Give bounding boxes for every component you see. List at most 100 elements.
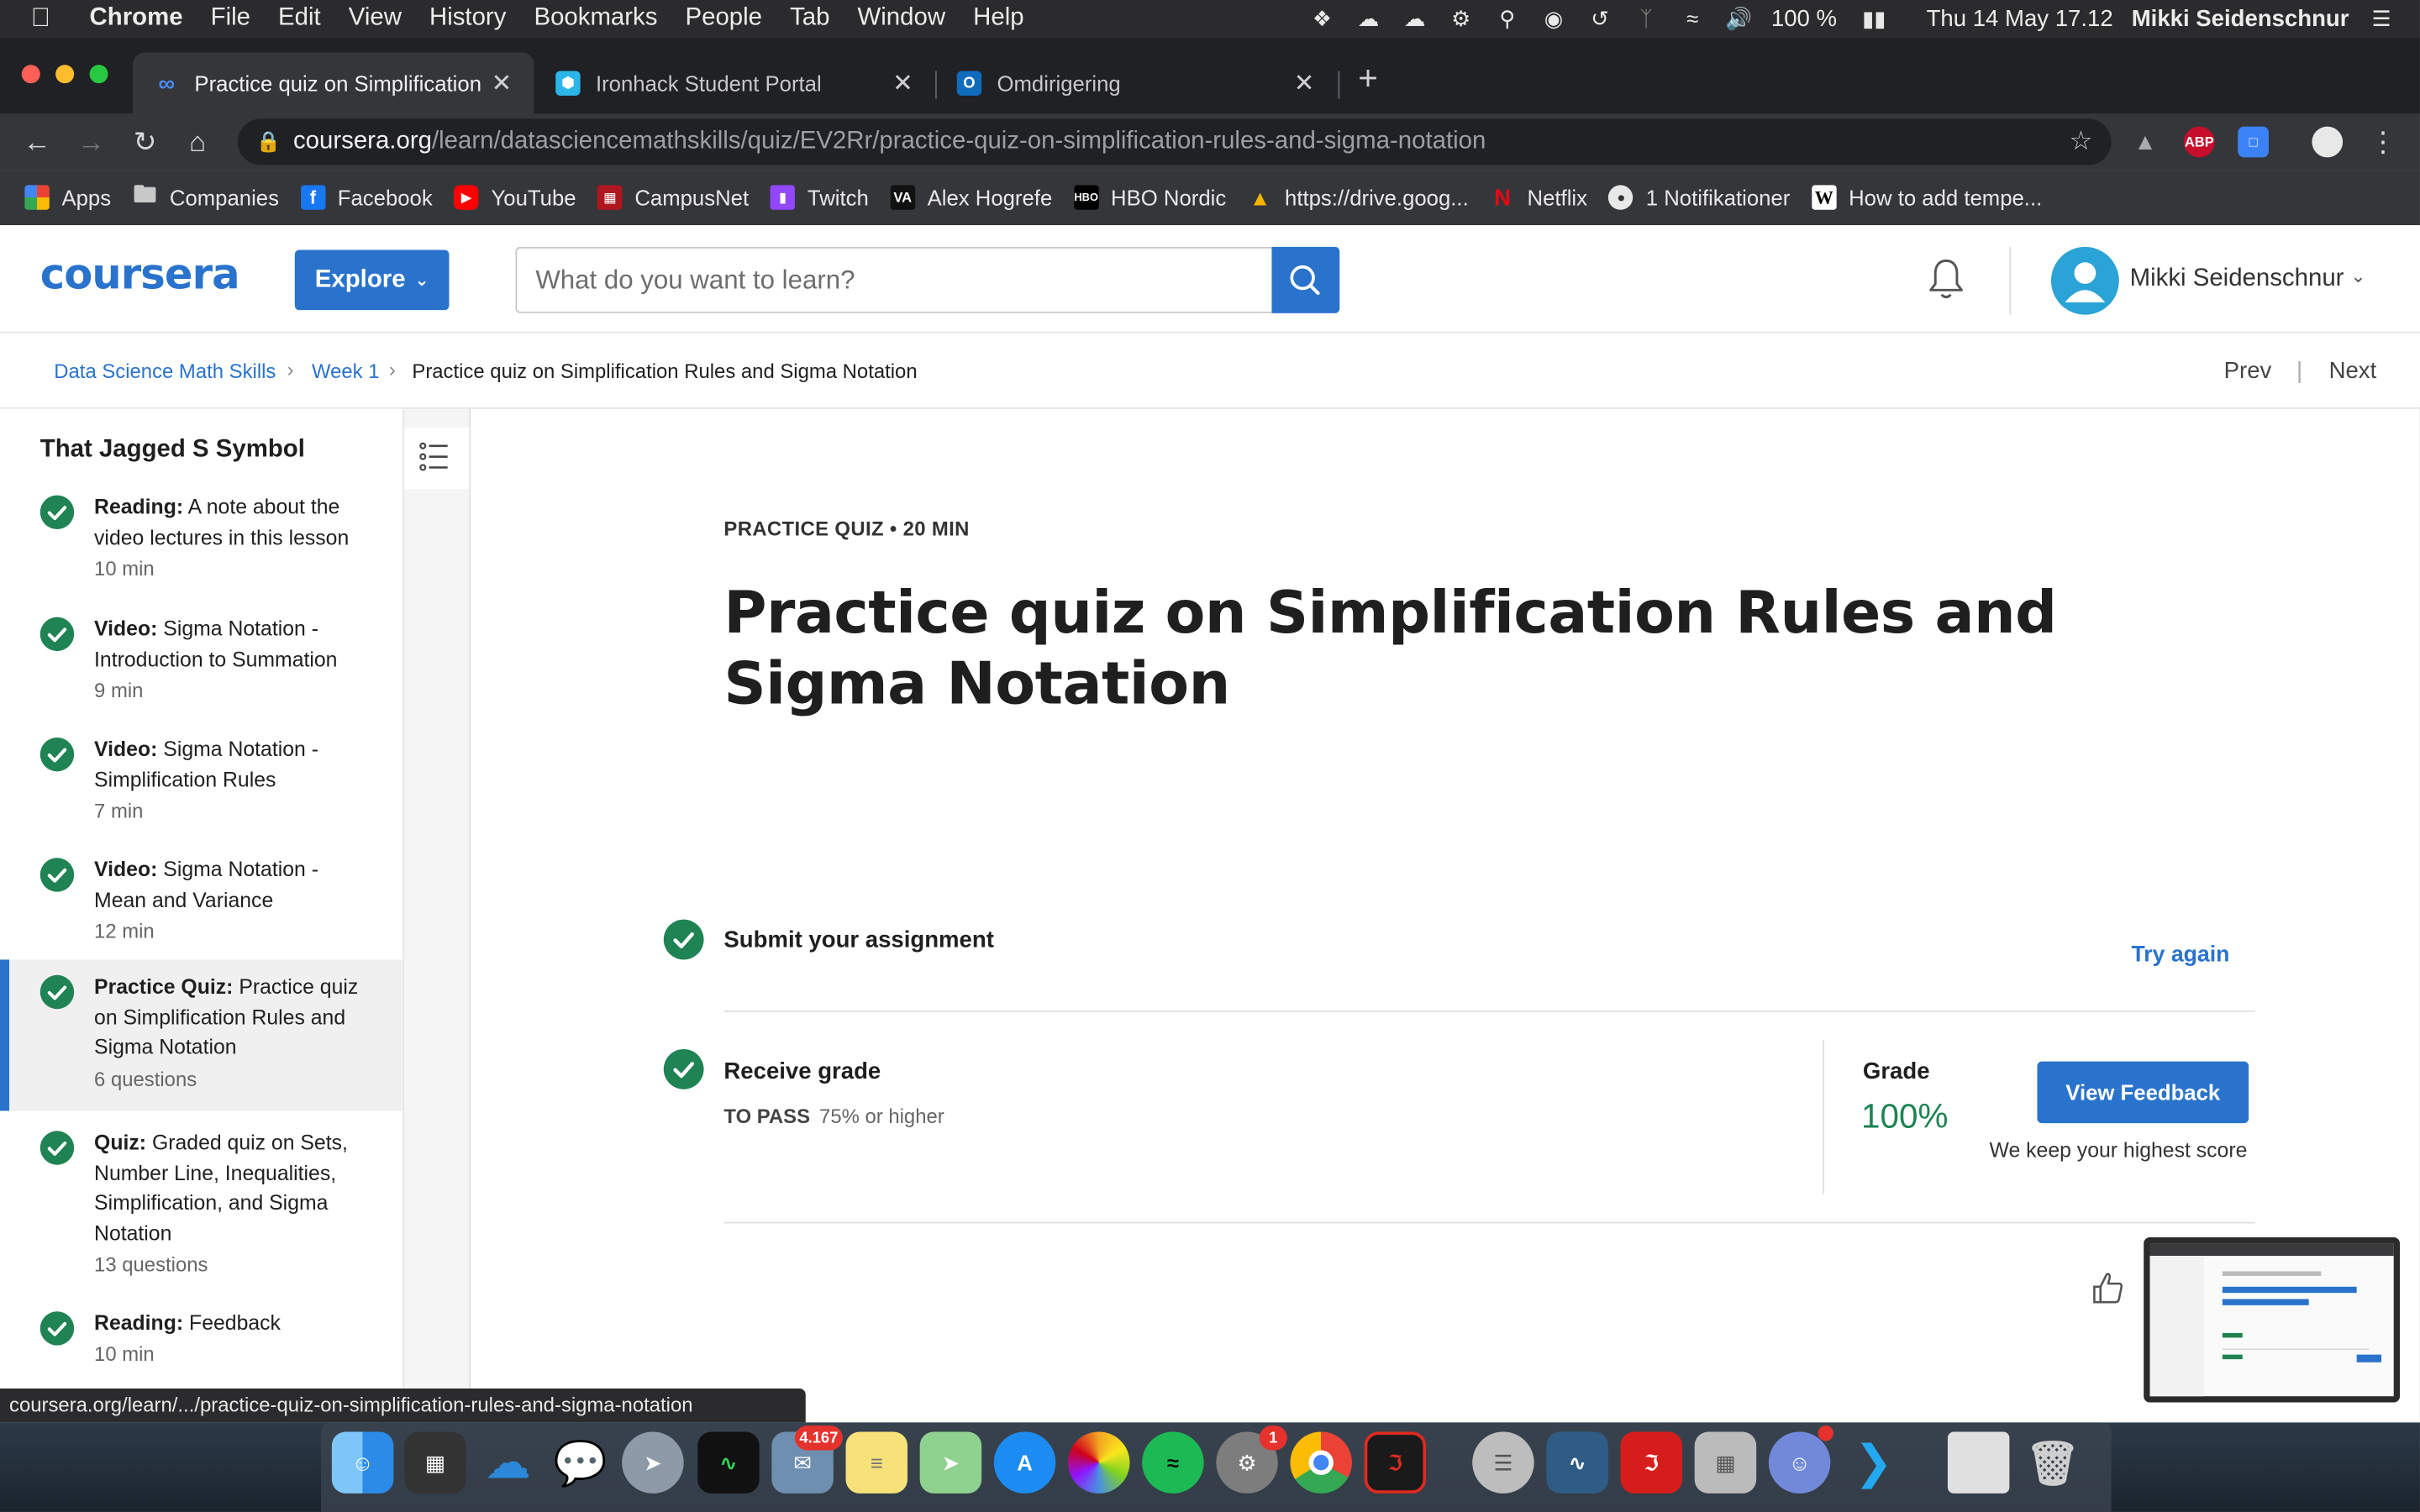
bookmark-campusnet[interactable]: ▦ CampusNet	[597, 185, 749, 210]
sidebar-item-reading-note[interactable]: Reading: A note about the video lectures…	[0, 483, 402, 597]
volume-icon[interactable]: 🔊	[1725, 5, 1753, 31]
menu-edit[interactable]: Edit	[278, 5, 321, 33]
tab-omdirigering[interactable]: O Omdirigering ✕	[935, 52, 1337, 113]
menu-help[interactable]: Help	[973, 5, 1023, 33]
wifi-icon[interactable]: ≈	[1679, 6, 1707, 30]
maps-icon[interactable]: ➤	[919, 1431, 982, 1494]
menu-bar-clock[interactable]: Thu 14 May 17.12	[1927, 5, 2113, 31]
time-machine-icon[interactable]: ↺	[1586, 5, 1613, 31]
tab-close-icon[interactable]: ✕	[487, 68, 515, 99]
bookmark-netflix[interactable]: N Netflix	[1490, 184, 1587, 210]
apple-icon[interactable]: 	[31, 3, 62, 34]
sidebar-item-video-rules[interactable]: Video: Sigma Notation - Simplification R…	[0, 725, 402, 839]
discord-icon[interactable]: ☺	[1768, 1425, 1833, 1494]
reload-icon[interactable]: ↻	[127, 123, 164, 160]
cloud-sync-icon[interactable]: ☁	[1401, 5, 1428, 31]
bookmark-google-drive[interactable]: ▲ https://drive.goog...	[1248, 185, 1469, 209]
bookmark-wikipedia[interactable]: W How to add tempe...	[1812, 185, 2042, 210]
vscode-icon[interactable]: ❯	[1843, 1431, 1904, 1493]
dropbox-icon[interactable]: ❖	[1308, 5, 1336, 31]
back-arrow-icon[interactable]: ←	[18, 123, 55, 160]
prev-link[interactable]: Prev	[2224, 358, 2272, 384]
try-again-link[interactable]: Try again	[2131, 942, 2229, 967]
bookmark-star-icon[interactable]: ☆	[2070, 127, 2093, 158]
profile-avatar-icon[interactable]	[2312, 126, 2344, 158]
photos-icon[interactable]	[1067, 1431, 1130, 1494]
messages-icon[interactable]: 💬	[550, 1431, 611, 1493]
bookmark-companies[interactable]: 🖿 Companies	[133, 181, 279, 210]
menu-window[interactable]: Window	[858, 5, 946, 33]
search-button[interactable]	[1271, 246, 1340, 313]
bookmark-alex-hogrefe[interactable]: VA Alex Hogrefe	[890, 185, 1052, 210]
breadcrumb-week-link[interactable]: Week 1	[312, 360, 380, 383]
toggle-outline-button[interactable]	[404, 427, 470, 490]
sequel-database-icon[interactable]: ☰	[1472, 1431, 1534, 1494]
onedrive-icon[interactable]: ☁	[477, 1431, 539, 1493]
sidebar-item-video-intro[interactable]: Video: Sigma Notation - Introduction to …	[0, 605, 402, 719]
menu-history[interactable]: History	[429, 5, 506, 33]
downloads-folder-icon[interactable]	[1947, 1431, 2010, 1494]
chevron-down-icon[interactable]: ⌄	[2350, 265, 2365, 287]
steelseries-icon[interactable]: ⚙	[1447, 5, 1475, 31]
menu-bar-user[interactable]: Mikki Seidenschnur	[2132, 5, 2349, 31]
sidebar-item-practice-quiz[interactable]: Practice Quiz: Practice quiz on Simplifi…	[0, 959, 403, 1111]
trash-icon[interactable]: 🗑	[2022, 1431, 2083, 1493]
chrome-icon[interactable]	[1290, 1431, 1352, 1494]
mail-app-icon[interactable]: ✉ 4.167	[771, 1425, 843, 1494]
finder-icon[interactable]: ☺	[331, 1431, 394, 1494]
system-preferences-icon[interactable]: ⚙ 1	[1216, 1425, 1287, 1494]
mysql-workbench-icon[interactable]: ∿	[1546, 1431, 1608, 1494]
spotlight-search-icon[interactable]: ⚲	[1493, 5, 1521, 31]
acrobat-reader-icon[interactable]: ℑ	[1620, 1431, 1683, 1494]
window-close-button[interactable]	[21, 65, 40, 84]
sidebar-item-reading-feedback[interactable]: Reading: Feedback 10 min	[0, 1299, 402, 1392]
bookmark-twitch[interactable]: ▮ Twitch	[770, 185, 869, 210]
notification-center-icon[interactable]: ☰	[2367, 5, 2395, 31]
next-link[interactable]: Next	[2329, 358, 2377, 384]
menu-app-chrome[interactable]: Chrome	[90, 5, 183, 33]
new-tab-plus-icon[interactable]: +	[1358, 59, 1378, 99]
window-minimize-button[interactable]	[55, 65, 75, 84]
bookmark-notifikationer[interactable]: ● 1 Notifikationer	[1608, 185, 1790, 210]
calculator-icon[interactable]: ▦	[1694, 1431, 1757, 1494]
user-name[interactable]: Mikki Seidenschnur	[2130, 265, 2344, 293]
sidebar-item-video-mean-variance[interactable]: Video: Sigma Notation - Mean and Varianc…	[0, 846, 402, 960]
acrobat-icon[interactable]: ℑ	[1364, 1431, 1427, 1494]
menu-app-icon[interactable]: ▦	[404, 1431, 466, 1494]
menu-view[interactable]: View	[349, 5, 402, 33]
coursera-logo[interactable]: coursera	[40, 251, 240, 299]
lock-icon[interactable]: 🔒	[256, 129, 281, 154]
bookmark-facebook[interactable]: f Facebook	[300, 185, 433, 210]
avatar[interactable]	[2050, 246, 2119, 315]
address-bar[interactable]: 🔒 coursera.org /learn/datasciencemathski…	[237, 118, 2112, 165]
google-drive-extension-icon[interactable]: ▲	[2130, 127, 2161, 158]
menu-file[interactable]: File	[211, 5, 250, 33]
spotify-icon[interactable]: ≈	[1142, 1431, 1204, 1494]
window-zoom-button[interactable]	[89, 65, 108, 84]
adblock-plus-icon[interactable]: ABP	[2183, 126, 2215, 158]
menu-people[interactable]: People	[686, 5, 763, 33]
screenshot-thumbnail-preview[interactable]	[2144, 1237, 2401, 1403]
activity-monitor-icon[interactable]: ∿	[697, 1431, 760, 1494]
menu-tab[interactable]: Tab	[790, 5, 829, 33]
menu-bookmarks[interactable]: Bookmarks	[534, 5, 657, 33]
app-store-icon[interactable]: A	[993, 1431, 1056, 1494]
view-feedback-button[interactable]: View Feedback	[2037, 1061, 2249, 1124]
bookmark-apps[interactable]: Apps	[24, 185, 111, 210]
bookmark-youtube[interactable]: ▶ YouTube	[454, 185, 576, 210]
cloud-icon[interactable]: ☁	[1355, 5, 1382, 31]
launchpad-icon[interactable]: ➤	[622, 1431, 684, 1494]
notification-bell-icon[interactable]	[1926, 256, 1966, 302]
tab-ironhack[interactable]: ⬢ Ironhack Student Portal ✕	[534, 52, 935, 113]
forward-arrow-icon[interactable]: →	[72, 123, 109, 160]
siri-icon[interactable]: ◉	[1539, 5, 1567, 31]
battery-icon[interactable]: ▮▮	[1855, 5, 1892, 31]
chrome-menu-icon[interactable]: ⋮	[2365, 123, 2402, 160]
tab-close-icon[interactable]: ✕	[889, 68, 917, 99]
thumbs-up-icon[interactable]	[2090, 1268, 2127, 1309]
sidebar-item-graded-quiz[interactable]: Quiz: Graded quiz on Sets, Number Line, …	[0, 1119, 402, 1289]
notes-icon[interactable]: ≡	[845, 1431, 908, 1494]
bluetooth-icon[interactable]: ᛉ	[1633, 6, 1660, 30]
tab-close-icon[interactable]: ✕	[1290, 68, 1318, 99]
bookmark-hbo-nordic[interactable]: HBO HBO Nordic	[1073, 185, 1226, 210]
